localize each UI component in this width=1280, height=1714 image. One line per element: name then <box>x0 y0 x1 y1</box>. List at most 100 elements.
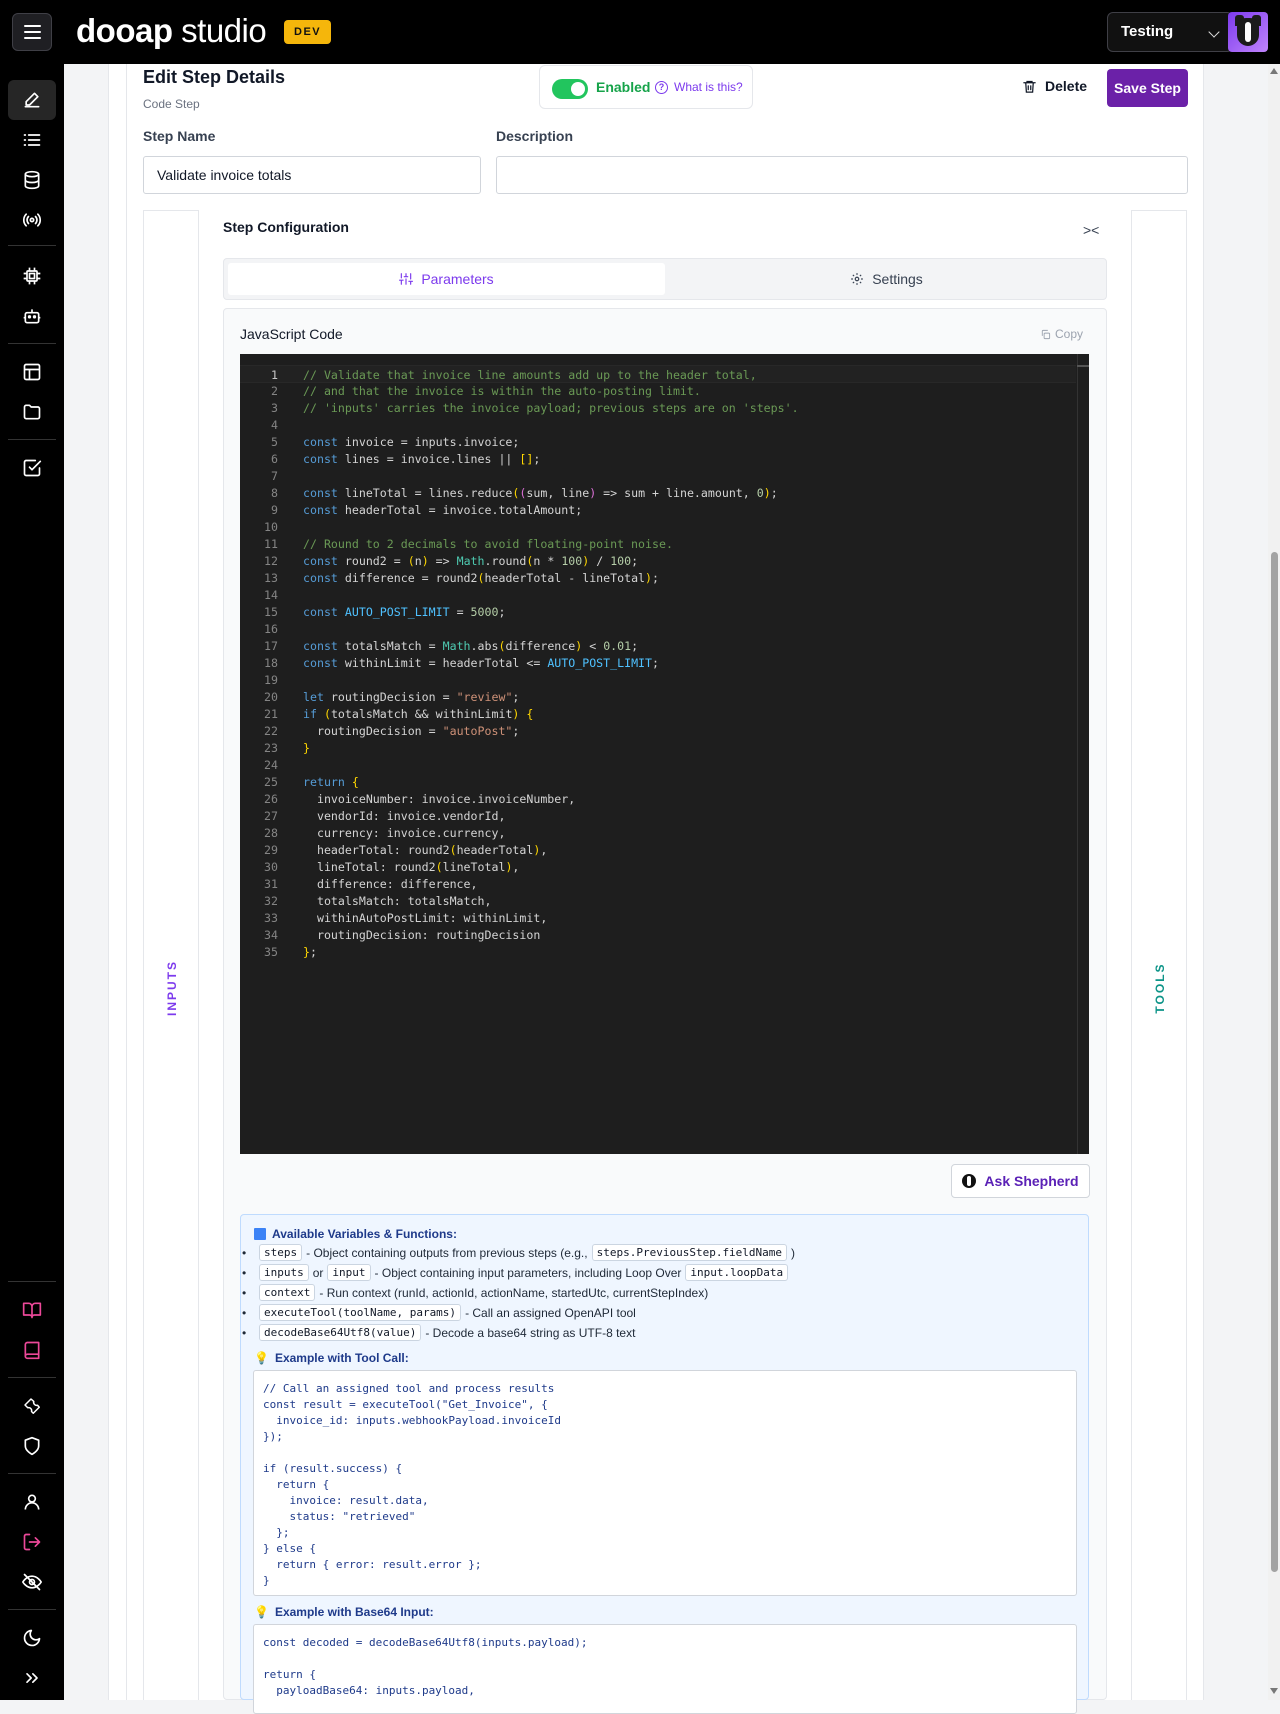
help-item-inputs: inputsorinput- Object containing input p… <box>242 1264 789 1281</box>
line-number: 5 <box>271 435 278 449</box>
line-number: 14 <box>264 588 278 602</box>
code-line[interactable]: 27 vendorId: invoice.vendorId, <box>240 807 1076 825</box>
lightbulb-icon: 💡 <box>254 1351 269 1365</box>
folder-icon[interactable] <box>20 400 44 424</box>
step-type-label: Code Step <box>143 97 200 111</box>
line-number: 24 <box>264 758 278 772</box>
code-line[interactable]: 13 const difference = round2(headerTotal … <box>240 569 1076 587</box>
code-line[interactable]: 14 <box>240 586 1076 604</box>
line-number: 21 <box>264 707 278 721</box>
code-line[interactable]: 5 const invoice = inputs.invoice; <box>240 433 1076 451</box>
code-line[interactable]: 17 const totalsMatch = Math.abs(differenc… <box>240 637 1076 655</box>
environment-select[interactable]: Testing <box>1107 12 1233 52</box>
avatar[interactable] <box>1228 12 1268 52</box>
description-input[interactable] <box>496 156 1188 194</box>
save-step-button[interactable]: Save Step <box>1107 69 1188 107</box>
code-line[interactable]: 15 const AUTO_POST_LIMIT = 5000; <box>240 603 1076 621</box>
line-number: 8 <box>271 486 278 500</box>
code-line[interactable]: 8 const lineTotal = lines.reduce((sum, li… <box>240 484 1076 502</box>
logout-icon[interactable] <box>20 1530 44 1554</box>
code-line[interactable]: 19 <box>240 671 1076 689</box>
bot-icon[interactable] <box>20 304 44 328</box>
shield-icon[interactable] <box>20 1434 44 1458</box>
code-line[interactable]: 4 <box>240 416 1076 434</box>
sidebar <box>0 64 64 1700</box>
expand-sidebar-icon[interactable] <box>20 1666 44 1690</box>
wrench-icon[interactable] <box>20 1394 44 1418</box>
code-line[interactable]: 34 routingDecision: routingDecision <box>240 926 1076 944</box>
code-line[interactable]: 11 // Round to 2 decimals to avoid floati… <box>240 535 1076 553</box>
example-base64-code: const decoded = decodeBase64Utf8(inputs.… <box>253 1624 1077 1714</box>
inputs-rail[interactable]: INPUTS <box>143 210 199 1700</box>
code-line[interactable]: 18 const withinLimit = headerTotal <= AUT… <box>240 654 1076 672</box>
database-icon[interactable] <box>20 168 44 192</box>
code-text: const invoice = inputs.invoice; <box>303 435 520 449</box>
step-name-input[interactable]: Validate invoice totals <box>143 156 481 194</box>
code-line[interactable]: 24 <box>240 756 1076 774</box>
code-line[interactable]: 7 <box>240 467 1076 485</box>
code-line[interactable]: 10 <box>240 518 1076 536</box>
edit-pencil-icon[interactable] <box>20 88 44 112</box>
hamburger-menu-icon[interactable] <box>12 13 52 51</box>
line-number: 26 <box>264 792 278 806</box>
copy-button[interactable]: Copy <box>1040 327 1083 341</box>
check-square-icon[interactable] <box>20 456 44 480</box>
tools-rail[interactable]: TOOLS <box>1131 210 1187 1700</box>
code-line[interactable]: 29 headerTotal: round2(headerTotal), <box>240 841 1076 859</box>
line-number: 32 <box>264 894 278 908</box>
editor-scrollbar[interactable] <box>1077 354 1089 1154</box>
book-open-icon[interactable] <box>20 1298 44 1322</box>
code-line[interactable]: 2 // and that the invoice is within the a… <box>240 382 1076 400</box>
line-number: 25 <box>264 775 278 789</box>
collapse-icon[interactable]: >< <box>1083 222 1099 238</box>
page-scrollbar[interactable] <box>1268 64 1280 1700</box>
code-line[interactable]: 20 let routingDecision = "review"; <box>240 688 1076 706</box>
code-line[interactable]: 22 routingDecision = "autoPost"; <box>240 722 1076 740</box>
code-line[interactable]: 25 return { <box>240 773 1076 791</box>
code-text: routingDecision = "autoPost"; <box>303 724 520 738</box>
line-number: 3 <box>271 401 278 415</box>
code-text: const difference = round2(headerTotal - … <box>303 571 660 585</box>
what-is-this-link[interactable]: What is this? <box>674 80 743 94</box>
list-icon[interactable] <box>20 128 44 152</box>
eye-off-icon[interactable] <box>20 1570 44 1594</box>
chip-icon[interactable] <box>20 264 44 288</box>
code-line[interactable]: 6 const lines = invoice.lines || []; <box>240 450 1076 468</box>
code-line[interactable]: 31 difference: difference, <box>240 875 1076 893</box>
brand-logo[interactable]: dooap studio <box>76 12 267 50</box>
scroll-up-icon[interactable] <box>1270 68 1278 74</box>
code-line[interactable]: 26 invoiceNumber: invoice.invoiceNumber, <box>240 790 1076 808</box>
code-line[interactable]: 32 totalsMatch: totalsMatch, <box>240 892 1076 910</box>
code-line[interactable]: 12 const round2 = (n) => Math.round(n * 1… <box>240 552 1076 570</box>
line-number: 23 <box>264 741 278 755</box>
tab-parameters[interactable]: Parameters <box>228 263 665 295</box>
code-line[interactable]: 16 <box>240 620 1076 638</box>
code-line[interactable]: 1// Validate that invoice line amounts a… <box>240 365 1076 383</box>
table-icon[interactable] <box>20 360 44 384</box>
line-number: 29 <box>264 843 278 857</box>
code-line[interactable]: 28 currency: invoice.currency, <box>240 824 1076 842</box>
help-circle-icon[interactable]: ? <box>655 81 668 94</box>
delete-button[interactable]: Delete <box>1022 71 1087 101</box>
code-line[interactable]: 9 const headerTotal = invoice.totalAmount… <box>240 501 1076 519</box>
code-line[interactable]: 3 // 'inputs' carries the invoice payload… <box>240 399 1076 417</box>
code-line[interactable]: 23} <box>240 739 1076 757</box>
user-icon[interactable] <box>20 1490 44 1514</box>
tab-settings[interactable]: Settings <box>669 263 1104 295</box>
help-item-steps: steps- Object containing outputs from pr… <box>242 1244 795 1261</box>
book-icon <box>254 1228 266 1240</box>
code-line[interactable]: 30 lineTotal: round2(lineTotal), <box>240 858 1076 876</box>
moon-icon[interactable] <box>20 1626 44 1650</box>
code-line[interactable]: 35}; <box>240 943 1076 961</box>
enabled-toggle[interactable] <box>552 79 588 99</box>
broadcast-icon[interactable] <box>20 208 44 232</box>
scrollbar-thumb[interactable] <box>1271 552 1278 1572</box>
code-text: const AUTO_POST_LIMIT = 5000; <box>303 605 506 619</box>
ask-shepherd-button[interactable]: Ask Shepherd <box>951 1164 1090 1198</box>
code-text: totalsMatch: totalsMatch, <box>303 894 492 908</box>
code-line[interactable]: 33 withinAutoPostLimit: withinLimit, <box>240 909 1076 927</box>
book-icon[interactable] <box>20 1338 44 1362</box>
code-editor[interactable]: 1// Validate that invoice line amounts a… <box>240 354 1089 1154</box>
code-line[interactable]: 21 if (totalsMatch && withinLimit) { <box>240 705 1076 723</box>
scroll-down-icon[interactable] <box>1270 1688 1278 1694</box>
